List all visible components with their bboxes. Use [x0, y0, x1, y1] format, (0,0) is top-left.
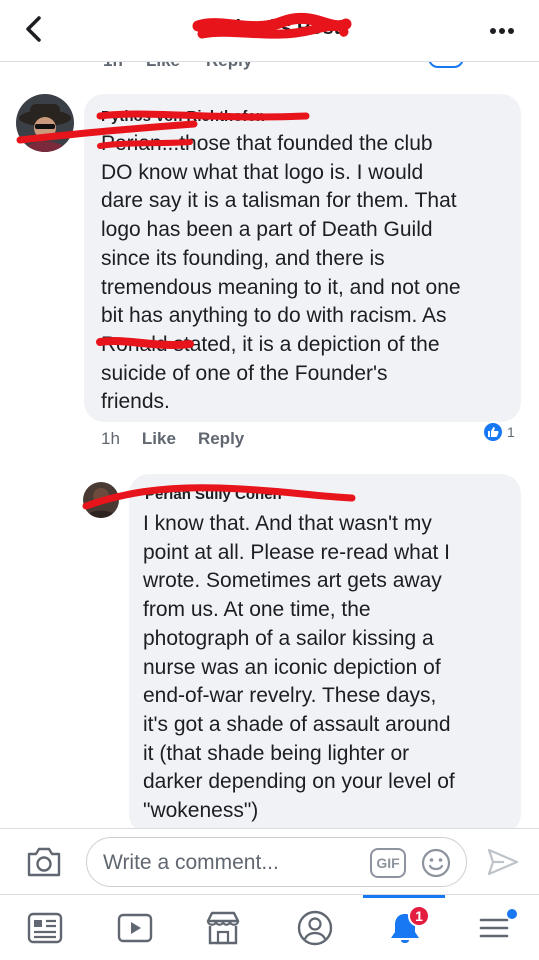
- camera-icon[interactable]: [26, 846, 62, 878]
- comment-bubble: Perian Sully Cohen I know that. And that…: [129, 474, 521, 834]
- tab-menu[interactable]: [449, 895, 539, 960]
- comment-actions: 1h Like Reply: [101, 429, 244, 449]
- more-icon[interactable]: [487, 16, 517, 46]
- emoji-icon[interactable]: [420, 847, 452, 879]
- gif-button[interactable]: GIF: [370, 848, 406, 878]
- avatar-image: [83, 482, 119, 518]
- tab-news-feed[interactable]: [0, 895, 90, 960]
- comment-text: I know that. And that wasn't my point at…: [143, 512, 455, 823]
- previous-like-button[interactable]: Like: [146, 62, 180, 70]
- send-icon[interactable]: [486, 847, 520, 877]
- previous-time: 1h: [103, 62, 123, 70]
- header-bar: Rachael's Post: [0, 0, 539, 62]
- previous-reaction-badge: [428, 62, 464, 68]
- reaction-count[interactable]: 1: [482, 421, 515, 443]
- like-button[interactable]: Like: [142, 429, 176, 448]
- tab-marketplace[interactable]: [178, 895, 268, 960]
- previous-comment-actions: 1h Like Reply: [0, 62, 539, 70]
- comment-bubble: Pythos Von Richthofen Perian...those tha…: [84, 94, 521, 422]
- comment-author[interactable]: Perian Sully Cohen: [145, 486, 282, 503]
- avatar[interactable]: [16, 94, 74, 152]
- comment-time: 1h: [101, 429, 120, 448]
- avatar[interactable]: [83, 482, 119, 518]
- comment-input[interactable]: [103, 848, 363, 878]
- marketplace-icon: [206, 911, 240, 945]
- bottom-navigation: 1: [0, 894, 539, 960]
- news-feed-icon: [27, 912, 63, 944]
- tab-profile[interactable]: [270, 895, 360, 960]
- avatar-image: [16, 94, 74, 152]
- reaction-number: 1: [507, 424, 515, 440]
- reply-button[interactable]: Reply: [198, 429, 244, 448]
- comment-author[interactable]: Pythos Von Richthofen: [101, 108, 265, 125]
- comment-text: Perian...those that founded the club DO …: [101, 132, 461, 414]
- notification-badge: 1: [408, 905, 430, 927]
- tab-watch[interactable]: [90, 895, 180, 960]
- thumbs-up-icon: [482, 421, 504, 443]
- comment-input-box[interactable]: GIF: [86, 837, 467, 887]
- profile-icon: [297, 910, 333, 946]
- new-indicator-dot: [507, 909, 517, 919]
- redaction-scribble: [192, 12, 352, 39]
- previous-reply-button[interactable]: Reply: [206, 62, 252, 70]
- watch-icon: [117, 913, 153, 943]
- comment-composer: GIF: [0, 828, 539, 894]
- tab-notifications[interactable]: 1: [360, 895, 450, 960]
